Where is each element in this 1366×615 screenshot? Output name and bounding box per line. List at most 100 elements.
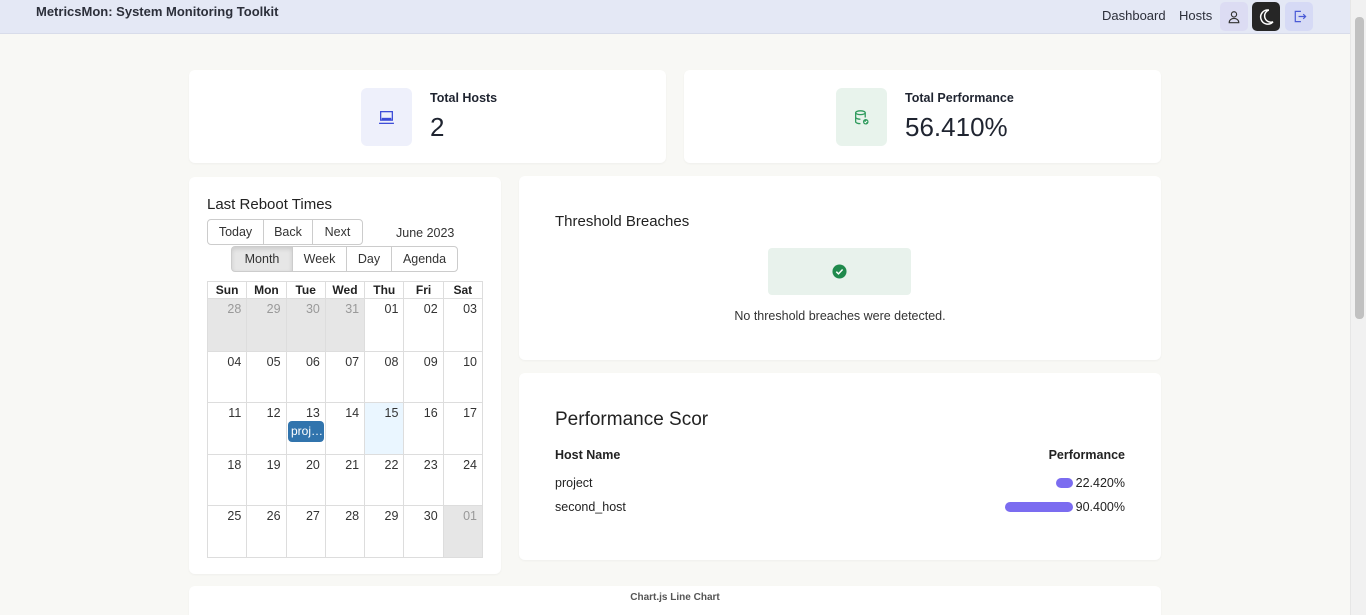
calendar-day-cell[interactable]: 26 <box>246 506 285 557</box>
calendar-day-cell[interactable]: 23 <box>403 454 442 506</box>
calendar-day-cell[interactable]: 21 <box>324 454 364 506</box>
reboot-event[interactable]: proj… <box>288 421 324 443</box>
total-performance-value: 56.410% <box>905 112 1008 142</box>
view-day-button[interactable]: Day <box>346 246 392 272</box>
calendar-day-cell[interactable]: 30 <box>403 506 442 557</box>
calendar-day-cell[interactable]: 22 <box>364 454 403 506</box>
calendar-back-button[interactable]: Back <box>263 219 313 245</box>
calendar-title: Last Reboot Times <box>207 196 333 213</box>
chart-caption: Chart.js Line Chart <box>630 592 720 603</box>
database-check-icon <box>855 109 869 125</box>
calendar-day-cell[interactable]: 03 <box>442 299 482 351</box>
logout-button[interactable] <box>1285 2 1313 31</box>
calendar-day-cell[interactable]: 04 <box>208 352 246 403</box>
weekday-label: Mon <box>246 282 285 298</box>
moon-icon <box>1259 8 1274 25</box>
nav-dashboard-link[interactable]: Dashboard <box>1102 8 1166 23</box>
calendar-weekday-header: Sun Mon Tue Wed Thu Fri Sat <box>208 282 482 299</box>
threshold-breaches-card: Threshold Breaches No threshold breaches… <box>519 176 1161 360</box>
perf-row-percent: 22.420% <box>1075 476 1125 490</box>
line-chart-card: Chart.js Line Chart <box>189 586 1161 615</box>
calendar-today-button[interactable]: Today <box>207 219 264 245</box>
calendar-day-cell[interactable]: 24 <box>442 454 482 506</box>
profile-button[interactable] <box>1220 2 1248 31</box>
perf-row-host: second_host <box>555 500 626 514</box>
calendar-day-cell[interactable]: 20 <box>285 454 325 506</box>
weekday-label: Tue <box>285 282 325 298</box>
calendar-month-grid: Sun Mon Tue Wed Thu Fri Sat 28 29 30 31 … <box>207 281 483 558</box>
calendar-day-cell[interactable]: 16 <box>403 403 442 454</box>
calendar-day-cell[interactable]: 18 <box>208 455 246 506</box>
performance-header: Performance <box>1048 448 1125 462</box>
breach-status-box <box>768 248 911 295</box>
calendar-day-cell[interactable]: 06 <box>285 351 325 403</box>
user-icon <box>1228 10 1240 23</box>
calendar-day-cell[interactable]: 28 <box>324 506 364 557</box>
calendar-day-cell[interactable]: 29 <box>364 506 403 557</box>
view-week-button[interactable]: Week <box>292 246 347 272</box>
calendar-day-cell[interactable]: 07 <box>324 351 364 403</box>
perf-row-percent: 90.400% <box>1075 500 1125 514</box>
weekday-label: Sun <box>215 283 239 297</box>
calendar-day-cell[interactable]: 14 <box>324 403 364 454</box>
calendar-day-cell[interactable]: 28 <box>208 299 247 351</box>
calendar-day-cell[interactable]: 11 <box>208 403 246 454</box>
calendar-week-row: 25 26 27 28 29 30 01 <box>208 505 482 557</box>
calendar-week-row: 04 05 06 07 08 09 10 <box>208 350 482 403</box>
calendar-day-cell[interactable]: 30 <box>285 299 325 351</box>
performance-bar <box>1004 502 1073 512</box>
top-navbar: MetricsMon: System Monitoring Toolkit Da… <box>0 0 1350 34</box>
weekday-label: Thu <box>364 282 403 298</box>
total-hosts-card: Total Hosts 2 <box>189 70 666 163</box>
performance-icon-box <box>836 88 887 146</box>
hosts-icon-box <box>361 88 412 146</box>
reboot-calendar-card: Last Reboot Times Today Back Next June 2… <box>189 177 501 574</box>
calendar-day-cell[interactable]: 12 <box>246 403 285 454</box>
calendar-day-cell[interactable]: 15 <box>364 403 404 454</box>
calendar-day-cell[interactable]: 25 <box>208 506 246 557</box>
calendar-day-cell[interactable]: 02 <box>403 299 442 351</box>
total-performance-label: Total Performance <box>905 91 1014 105</box>
scrollbar-thumb[interactable] <box>1355 17 1364 319</box>
calendar-week-row: 28 29 30 31 01 02 03 <box>208 299 482 351</box>
breaches-title: Threshold Breaches <box>555 213 690 230</box>
calendar-next-button[interactable]: Next <box>312 219 363 245</box>
calendar-week-row: 11 12 13 14 15 16 17 proj… <box>208 402 482 454</box>
calendar-day-cell[interactable]: 09 <box>403 351 442 403</box>
calendar-day-cell[interactable]: 05 <box>246 351 285 403</box>
page-scrollbar[interactable] <box>1350 0 1366 615</box>
total-performance-card: Total Performance 56.410% <box>684 70 1161 163</box>
total-hosts-value: 2 <box>430 112 445 142</box>
performance-score-card: Performance Scor Host Name Performance p… <box>519 373 1161 560</box>
host-name-header: Host Name <box>555 448 621 462</box>
calendar-day-cell[interactable]: 31 <box>324 299 365 351</box>
calendar-day-cell[interactable]: 27 <box>285 506 325 557</box>
laptop-icon <box>379 110 394 124</box>
performance-title: Performance Scor <box>555 409 709 430</box>
total-hosts-label: Total Hosts <box>430 91 498 105</box>
calendar-day-cell[interactable]: 01 <box>442 506 482 557</box>
calendar-day-cell[interactable]: 08 <box>364 351 403 403</box>
calendar-day-cell[interactable]: 19 <box>246 454 285 506</box>
calendar-day-cell[interactable]: 29 <box>246 299 286 351</box>
weekday-label: Wed <box>324 282 364 298</box>
logout-icon <box>1294 10 1306 23</box>
view-month-button[interactable]: Month <box>231 246 293 272</box>
perf-row-value: 22.420% <box>1055 476 1125 490</box>
nav-hosts-link[interactable]: Hosts <box>1179 8 1212 23</box>
calendar-weeks: 28 29 30 31 01 02 03 04 05 06 07 08 09 1… <box>208 299 482 557</box>
calendar-week-row: 18 19 20 21 22 23 24 <box>208 453 482 506</box>
no-breaches-message: No threshold breaches were detected. <box>734 309 946 323</box>
calendar-month-label: June 2023 <box>396 226 455 240</box>
theme-toggle-button[interactable] <box>1252 2 1280 31</box>
perf-row-value: 90.400% <box>1004 500 1125 514</box>
calendar-day-cell[interactable]: 17 <box>442 403 482 454</box>
perf-row-host: project <box>555 476 593 490</box>
calendar-day-cell[interactable]: 01 <box>364 299 403 351</box>
weekday-label: Fri <box>403 282 442 298</box>
check-circle-icon <box>832 264 847 279</box>
view-agenda-button[interactable]: Agenda <box>391 246 458 272</box>
performance-bar <box>1055 478 1073 488</box>
app-title[interactable]: MetricsMon: System Monitoring Toolkit <box>36 4 278 19</box>
calendar-day-cell[interactable]: 10 <box>442 351 482 403</box>
